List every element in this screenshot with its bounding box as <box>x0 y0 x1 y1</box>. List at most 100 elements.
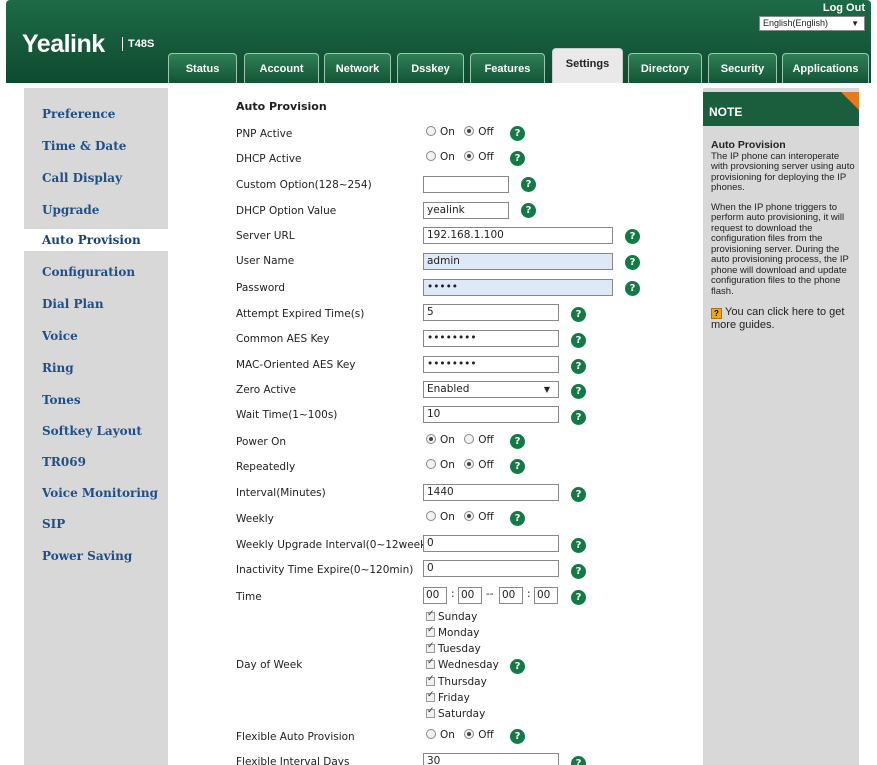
help-icon[interactable]: ? <box>571 410 586 425</box>
help-icon[interactable]: ? <box>510 434 525 449</box>
checkbox-icon <box>426 625 435 637</box>
power-on-on-radio[interactable] <box>426 434 436 444</box>
help-icon[interactable]: ? <box>625 255 640 270</box>
sidebar-item-dial-plan[interactable]: Dial Plan <box>24 293 168 315</box>
sidebar-item-sip[interactable]: SIP <box>24 513 168 535</box>
repeatedly-off-radio[interactable] <box>464 459 475 469</box>
help-icon[interactable]: ? <box>625 281 640 296</box>
help-icon[interactable]: ? <box>521 203 536 218</box>
wait-time-input[interactable]: 10 <box>423 406 559 423</box>
day-tuesday[interactable]: Tuesday <box>426 641 481 655</box>
interval-input[interactable]: 1440 <box>423 484 559 501</box>
help-icon[interactable]: ? <box>571 333 586 348</box>
flexible-auto-provision-label: Flexible Auto Provision <box>236 731 355 743</box>
dhcp-option-value-label: DHCP Option Value <box>236 205 337 217</box>
help-icon[interactable]: ? <box>510 459 525 474</box>
help-icon[interactable]: ? <box>510 729 525 744</box>
mac-aes-key-input[interactable]: •••••••• <box>423 356 559 373</box>
day-monday[interactable]: Monday <box>426 625 479 639</box>
sidebar-item-time-date[interactable]: Time & Date <box>24 135 168 157</box>
help-icon[interactable]: ? <box>625 229 640 244</box>
sidebar-item-voice-monitoring[interactable]: Voice Monitoring <box>24 482 168 504</box>
help-icon[interactable]: ? <box>510 151 525 166</box>
day-thursday[interactable]: Thursday <box>426 674 487 688</box>
weekly-label: Weekly <box>236 513 274 525</box>
sidebar-item-auto-provision[interactable]: Auto Provision <box>24 229 168 251</box>
sidebar-item-ring[interactable]: Ring <box>24 357 168 379</box>
help-icon[interactable]: ? <box>521 177 536 192</box>
power-on-off-radio[interactable] <box>464 434 475 444</box>
time-start-minute-input[interactable]: 00 <box>458 587 482 604</box>
user-name-input[interactable]: admin <box>423 253 613 270</box>
sidebar-item-tr069[interactable]: TR069 <box>24 451 168 473</box>
tab-directory[interactable]: Directory <box>628 53 702 83</box>
tab-network[interactable]: Network <box>324 53 391 83</box>
weekly-off-radio[interactable] <box>464 511 475 521</box>
custom-option-label: Custom Option(128~254) <box>236 179 372 191</box>
time-end-hour-input[interactable]: 00 <box>499 587 523 604</box>
sidebar-item-preference[interactable]: Preference <box>24 103 168 125</box>
weekly-on-radio[interactable] <box>426 511 436 521</box>
pnp-active-radios: On Off <box>426 126 500 138</box>
guide-link[interactable]: ? You can click here to get more guides. <box>711 306 857 332</box>
sidebar-item-voice[interactable]: Voice <box>24 325 168 347</box>
dhcp-option-value-input[interactable]: yealink <box>423 202 509 219</box>
help-icon[interactable]: ? <box>510 511 525 526</box>
weekly-upgrade-interval-input[interactable]: 0 <box>423 535 559 552</box>
language-select[interactable]: English(English) ▼ <box>759 16 865 31</box>
dhcp-active-off-radio[interactable] <box>464 151 475 161</box>
settings-sidebar: Preference Time & Date Call Display Upgr… <box>24 88 168 765</box>
server-url-input[interactable]: 192.168.1.100 <box>423 227 613 244</box>
checkbox-icon <box>426 657 435 669</box>
user-name-label: User Name <box>236 255 295 267</box>
password-input[interactable]: ••••• <box>423 279 613 296</box>
help-icon[interactable]: ? <box>571 756 586 765</box>
help-icon[interactable]: ? <box>571 564 586 579</box>
time-end-minute-input[interactable]: 00 <box>534 587 558 604</box>
zero-active-select[interactable]: Enabled ▼ <box>423 381 559 398</box>
help-icon[interactable]: ? <box>510 659 525 674</box>
day-wednesday[interactable]: Wednesday <box>426 657 499 671</box>
repeatedly-on-radio[interactable] <box>426 459 436 469</box>
guide-icon: ? <box>711 308 722 319</box>
inactivity-time-input[interactable]: 0 <box>423 560 559 577</box>
help-icon[interactable]: ? <box>571 384 586 399</box>
custom-option-input[interactable] <box>423 176 509 193</box>
help-icon[interactable]: ? <box>571 487 586 502</box>
note-body: Auto Provision The IP phone can interope… <box>711 140 857 341</box>
flexible-auto-provision-on-radio[interactable] <box>426 729 436 739</box>
sidebar-item-power-saving[interactable]: Power Saving <box>24 545 168 567</box>
tab-status[interactable]: Status <box>168 53 237 83</box>
help-icon[interactable]: ? <box>571 538 586 553</box>
sidebar-item-upgrade[interactable]: Upgrade <box>24 199 168 221</box>
sidebar-item-softkey-layout[interactable]: Softkey Layout <box>24 420 168 442</box>
day-saturday[interactable]: Saturday <box>426 706 485 720</box>
tab-account[interactable]: Account <box>244 53 319 83</box>
checkbox-icon <box>426 674 435 686</box>
help-icon[interactable]: ? <box>571 590 586 605</box>
sidebar-item-configuration[interactable]: Configuration <box>24 261 168 283</box>
time-start-hour-input[interactable]: 00 <box>423 587 447 604</box>
tab-dsskey[interactable]: Dsskey <box>397 53 464 83</box>
flexible-interval-days-input[interactable]: 30 <box>423 753 559 765</box>
help-icon[interactable]: ? <box>571 359 586 374</box>
dhcp-active-on-radio[interactable] <box>426 151 436 161</box>
tab-applications[interactable]: Applications <box>782 53 869 83</box>
sidebar-item-call-display[interactable]: Call Display <box>24 167 168 189</box>
logout-link[interactable]: Log Out <box>823 2 865 14</box>
tab-features[interactable]: Features <box>470 53 545 83</box>
flexible-auto-provision-off-radio[interactable] <box>464 729 475 739</box>
pnp-active-off-radio[interactable] <box>464 126 475 136</box>
help-icon[interactable]: ? <box>571 307 586 322</box>
common-aes-key-input[interactable]: •••••••• <box>423 330 559 347</box>
help-icon[interactable]: ? <box>510 126 525 141</box>
chevron-down-icon: ▼ <box>851 19 859 28</box>
attempt-expired-input[interactable]: 5 <box>423 304 559 321</box>
tab-security[interactable]: Security <box>708 53 777 83</box>
language-value: English(English) <box>763 18 829 28</box>
tab-settings[interactable]: Settings <box>552 48 623 83</box>
day-friday[interactable]: Friday <box>426 690 470 704</box>
sidebar-item-tones[interactable]: Tones <box>24 389 168 411</box>
pnp-active-on-radio[interactable] <box>426 126 436 136</box>
day-sunday[interactable]: Sunday <box>426 609 477 623</box>
